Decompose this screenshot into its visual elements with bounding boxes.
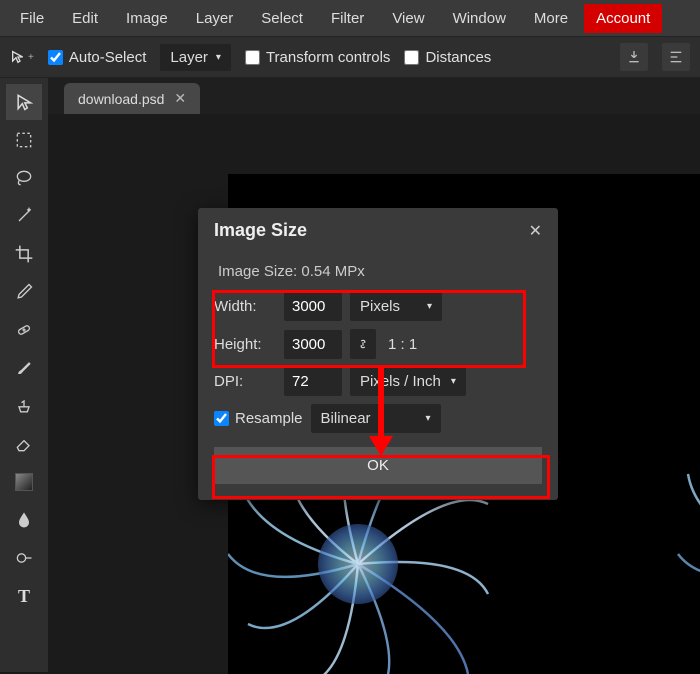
download-icon[interactable] <box>620 43 648 71</box>
crop-tool[interactable] <box>6 236 42 272</box>
brush-tool[interactable] <box>6 350 42 386</box>
aspect-ratio-label: 1 : 1 <box>388 336 417 353</box>
auto-select-target-dropdown[interactable]: Layer ▾ <box>160 44 231 71</box>
close-tab-icon[interactable]: ✕ <box>174 90 186 107</box>
distances-checkbox[interactable] <box>404 50 419 65</box>
chevron-down-icon: ▾ <box>426 413 431 424</box>
tool-panel: T <box>0 78 48 672</box>
resample-method-dropdown[interactable]: Bilinear ▾ <box>311 404 441 433</box>
width-unit-value: Pixels <box>360 298 400 315</box>
resample-checkbox[interactable] <box>214 411 229 426</box>
move-tool[interactable] <box>6 84 42 120</box>
constrain-proportions-icon[interactable] <box>350 329 376 359</box>
dpi-input[interactable]: 72 <box>284 367 342 396</box>
menu-bar: File Edit Image Layer Select Filter View… <box>0 0 700 36</box>
menu-image[interactable]: Image <box>114 4 180 33</box>
resample-label: Resample <box>235 410 303 427</box>
marquee-tool[interactable] <box>6 122 42 158</box>
move-tool-indicator-icon: + <box>10 49 34 65</box>
width-input[interactable]: 3000 <box>284 292 342 321</box>
resample-method-value: Bilinear <box>321 410 371 427</box>
close-dialog-icon[interactable]: ✕ <box>529 221 542 241</box>
auto-select-label: Auto-Select <box>69 49 147 66</box>
document-tab[interactable]: download.psd ✕ <box>64 83 200 114</box>
lasso-tool[interactable] <box>6 160 42 196</box>
document-tab-bar: download.psd ✕ <box>48 78 700 114</box>
dpi-unit-dropdown[interactable]: Pixels / Inch ▾ <box>350 367 466 396</box>
height-input[interactable]: 3000 <box>284 330 342 359</box>
chevron-down-icon: ▾ <box>216 52 221 63</box>
blur-tool[interactable] <box>6 502 42 538</box>
menu-file[interactable]: File <box>8 4 56 33</box>
height-label: Height: <box>214 336 276 353</box>
menu-more[interactable]: More <box>522 4 580 33</box>
menu-select[interactable]: Select <box>249 4 315 33</box>
type-tool[interactable]: T <box>6 578 42 614</box>
chevron-down-icon: ▾ <box>451 376 456 387</box>
menu-filter[interactable]: Filter <box>319 4 376 33</box>
transform-controls-checkbox[interactable] <box>245 50 260 65</box>
menu-layer[interactable]: Layer <box>184 4 246 33</box>
gradient-tool[interactable] <box>6 464 42 500</box>
auto-select-target-value: Layer <box>170 49 208 66</box>
eyedropper-tool[interactable] <box>6 274 42 310</box>
options-bar: + Auto-Select Layer ▾ Transform controls… <box>0 36 700 78</box>
magic-wand-tool[interactable] <box>6 198 42 234</box>
ok-button[interactable]: OK <box>214 447 542 484</box>
dialog-title: Image Size <box>214 220 307 241</box>
menu-account[interactable]: Account <box>584 4 662 33</box>
dpi-label: DPI: <box>214 373 276 390</box>
image-size-info: Image Size: 0.54 MPx <box>218 263 538 280</box>
transform-controls-label: Transform controls <box>266 49 390 66</box>
canvas-image-right <box>658 414 700 674</box>
document-tab-label: download.psd <box>78 91 164 107</box>
width-unit-dropdown[interactable]: Pixels ▾ <box>350 292 442 321</box>
menu-view[interactable]: View <box>380 4 436 33</box>
image-size-dialog: Image Size ✕ Image Size: 0.54 MPx Width:… <box>198 208 558 500</box>
dpi-unit-value: Pixels / Inch <box>360 373 441 390</box>
width-label: Width: <box>214 298 276 315</box>
auto-select-checkbox[interactable] <box>48 50 63 65</box>
healing-tool[interactable] <box>6 312 42 348</box>
align-icon[interactable] <box>662 43 690 71</box>
clone-stamp-tool[interactable] <box>6 388 42 424</box>
dodge-tool[interactable] <box>6 540 42 576</box>
eraser-tool[interactable] <box>6 426 42 462</box>
distances-label: Distances <box>425 49 491 66</box>
menu-window[interactable]: Window <box>441 4 518 33</box>
menu-edit[interactable]: Edit <box>60 4 110 33</box>
chevron-down-icon: ▾ <box>427 301 432 312</box>
